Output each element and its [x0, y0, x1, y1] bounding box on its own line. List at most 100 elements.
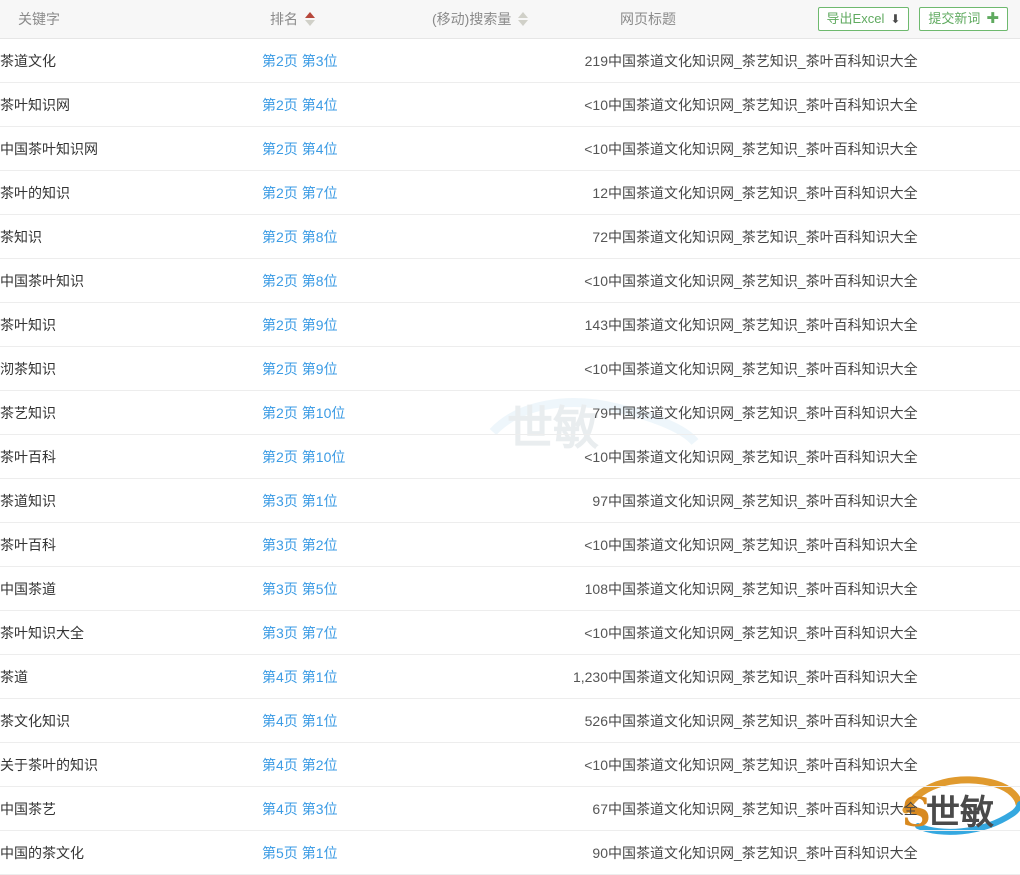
table-row: 茶叶的知识 第2页 第7位 12 中国茶道文化知识网_茶艺知识_茶叶百科知识大全 [0, 170, 1020, 215]
cell-search-volume: <10 [422, 346, 608, 391]
rank-page-link[interactable]: 第2页 [262, 53, 298, 69]
cell-rank[interactable]: 第2页 第10位 [262, 390, 422, 435]
cell-rank[interactable]: 第5页 第1位 [262, 830, 422, 875]
rank-position-link[interactable]: 第7位 [302, 625, 338, 641]
rank-page-link[interactable]: 第2页 [262, 317, 298, 333]
rank-page-link[interactable]: 第3页 [262, 581, 298, 597]
export-excel-button[interactable]: 导出Excel ⬇ [817, 7, 910, 31]
cell-keyword: 茶叶知识大全 [0, 610, 262, 655]
cell-rank[interactable]: 第2页 第3位 [262, 38, 422, 83]
cell-page-title: 中国茶道文化知识网_茶艺知识_茶叶百科知识大全 [608, 82, 1020, 127]
table-row: 中国茶道 第3页 第5位 108 中国茶道文化知识网_茶艺知识_茶叶百科知识大全 [0, 566, 1020, 611]
table-row: 沏茶知识 第2页 第9位 <10 中国茶道文化知识网_茶艺知识_茶叶百科知识大全 [0, 346, 1020, 391]
cell-rank[interactable]: 第2页 第4位 [262, 82, 422, 127]
rank-position-link[interactable]: 第3位 [302, 801, 338, 817]
cell-page-title: 中国茶道文化知识网_茶艺知识_茶叶百科知识大全 [608, 214, 1020, 259]
column-header-volume[interactable]: (移动)搜索量 [422, 0, 608, 39]
header-row: 关键字 排名 (移动)搜索量 网页标题 导出Excel ⬇ 提交新词 ✚ [0, 0, 1020, 39]
cell-rank[interactable]: 第3页 第5位 [262, 566, 422, 611]
cell-search-volume: 79 [422, 390, 608, 435]
cell-rank[interactable]: 第4页 第2位 [262, 742, 422, 787]
rank-position-link[interactable]: 第9位 [302, 361, 338, 377]
cell-keyword: 茶叶知识 [0, 302, 262, 347]
cell-search-volume: <10 [422, 258, 608, 303]
cell-page-title: 中国茶道文化知识网_茶艺知识_茶叶百科知识大全 [608, 522, 1020, 567]
table-row: 茶道知识 第3页 第1位 97 中国茶道文化知识网_茶艺知识_茶叶百科知识大全 [0, 478, 1020, 523]
cell-search-volume: 90 [422, 830, 608, 875]
cell-rank[interactable]: 第2页 第8位 [262, 214, 422, 259]
rank-position-link[interactable]: 第1位 [302, 713, 338, 729]
sort-ascending-icon[interactable] [305, 12, 315, 18]
cell-page-title: 中国茶道文化知识网_茶艺知识_茶叶百科知识大全 [608, 786, 1020, 831]
rank-position-link[interactable]: 第5位 [302, 581, 338, 597]
cell-rank[interactable]: 第2页 第7位 [262, 170, 422, 215]
column-header-rank[interactable]: 排名 [262, 0, 422, 39]
cell-rank[interactable]: 第3页 第7位 [262, 610, 422, 655]
sort-toggle-volume[interactable] [518, 12, 529, 26]
cell-page-title: 中国茶道文化知识网_茶艺知识_茶叶百科知识大全 [608, 258, 1020, 303]
rank-page-link[interactable]: 第3页 [262, 493, 298, 509]
rank-page-link[interactable]: 第3页 [262, 537, 298, 553]
rank-page-link[interactable]: 第3页 [262, 625, 298, 641]
cell-rank[interactable]: 第2页 第9位 [262, 346, 422, 391]
cell-keyword: 关于茶叶的知识 [0, 742, 262, 787]
rank-position-link[interactable]: 第2位 [302, 537, 338, 553]
rank-position-link[interactable]: 第4位 [302, 97, 338, 113]
cell-search-volume: <10 [422, 82, 608, 127]
column-label-volume: (移动)搜索量 [432, 11, 512, 27]
cell-rank[interactable]: 第2页 第4位 [262, 126, 422, 171]
keyword-ranking-table: 关键字 排名 (移动)搜索量 网页标题 导出Excel ⬇ 提交新词 ✚ 茶道文… [0, 0, 1020, 875]
header-actions: 导出Excel ⬇ 提交新词 ✚ [817, 0, 1020, 39]
cell-page-title: 中国茶道文化知识网_茶艺知识_茶叶百科知识大全 [608, 346, 1020, 391]
rank-page-link[interactable]: 第4页 [262, 801, 298, 817]
cell-rank[interactable]: 第4页 第3位 [262, 786, 422, 831]
rank-position-link[interactable]: 第1位 [302, 845, 338, 861]
cell-rank[interactable]: 第2页 第8位 [262, 258, 422, 303]
sort-descending-icon[interactable] [305, 20, 315, 26]
rank-page-link[interactable]: 第2页 [262, 97, 298, 113]
rank-position-link[interactable]: 第1位 [302, 669, 338, 685]
rank-position-link[interactable]: 第7位 [302, 185, 338, 201]
rank-position-link[interactable]: 第1位 [302, 493, 338, 509]
sort-descending-icon[interactable] [518, 20, 529, 26]
cell-rank[interactable]: 第4页 第1位 [262, 698, 422, 743]
rank-page-link[interactable]: 第2页 [262, 229, 298, 245]
cell-keyword: 中国茶叶知识网 [0, 126, 262, 171]
rank-page-link[interactable]: 第4页 [262, 669, 298, 685]
cell-page-title: 中国茶道文化知识网_茶艺知识_茶叶百科知识大全 [608, 170, 1020, 215]
table-row: 中国的茶文化 第5页 第1位 90 中国茶道文化知识网_茶艺知识_茶叶百科知识大全 [0, 830, 1020, 875]
sort-ascending-icon[interactable] [518, 12, 529, 18]
rank-position-link[interactable]: 第8位 [302, 273, 338, 289]
rank-position-link[interactable]: 第8位 [302, 229, 338, 245]
rank-position-link[interactable]: 第10位 [302, 405, 346, 421]
rank-page-link[interactable]: 第4页 [262, 713, 298, 729]
rank-page-link[interactable]: 第2页 [262, 141, 298, 157]
rank-position-link[interactable]: 第3位 [302, 53, 338, 69]
plus-icon: ✚ [986, 10, 999, 27]
cell-search-volume: 1,230 [422, 654, 608, 699]
cell-rank[interactable]: 第3页 第2位 [262, 522, 422, 567]
table-header: 关键字 排名 (移动)搜索量 网页标题 导出Excel ⬇ 提交新词 ✚ [0, 0, 1020, 39]
rank-page-link[interactable]: 第2页 [262, 273, 298, 289]
rank-page-link[interactable]: 第2页 [262, 449, 298, 465]
rank-position-link[interactable]: 第9位 [302, 317, 338, 333]
cell-rank[interactable]: 第4页 第1位 [262, 654, 422, 699]
cell-rank[interactable]: 第3页 第1位 [262, 478, 422, 523]
submit-keyword-button[interactable]: 提交新词 ✚ [919, 7, 1008, 31]
rank-position-link[interactable]: 第2位 [302, 757, 338, 773]
cell-page-title: 中国茶道文化知识网_茶艺知识_茶叶百科知识大全 [608, 126, 1020, 171]
cell-keyword: 茶叶百科 [0, 434, 262, 479]
rank-position-link[interactable]: 第4位 [302, 141, 338, 157]
rank-page-link[interactable]: 第4页 [262, 757, 298, 773]
cell-page-title: 中国茶道文化知识网_茶艺知识_茶叶百科知识大全 [608, 610, 1020, 655]
rank-page-link[interactable]: 第2页 [262, 405, 298, 421]
cell-keyword: 茶道知识 [0, 478, 262, 523]
rank-position-link[interactable]: 第10位 [302, 449, 346, 465]
sort-toggle-rank[interactable] [305, 12, 315, 26]
rank-page-link[interactable]: 第5页 [262, 845, 298, 861]
cell-keyword: 茶叶知识网 [0, 82, 262, 127]
rank-page-link[interactable]: 第2页 [262, 361, 298, 377]
cell-rank[interactable]: 第2页 第9位 [262, 302, 422, 347]
cell-rank[interactable]: 第2页 第10位 [262, 434, 422, 479]
rank-page-link[interactable]: 第2页 [262, 185, 298, 201]
